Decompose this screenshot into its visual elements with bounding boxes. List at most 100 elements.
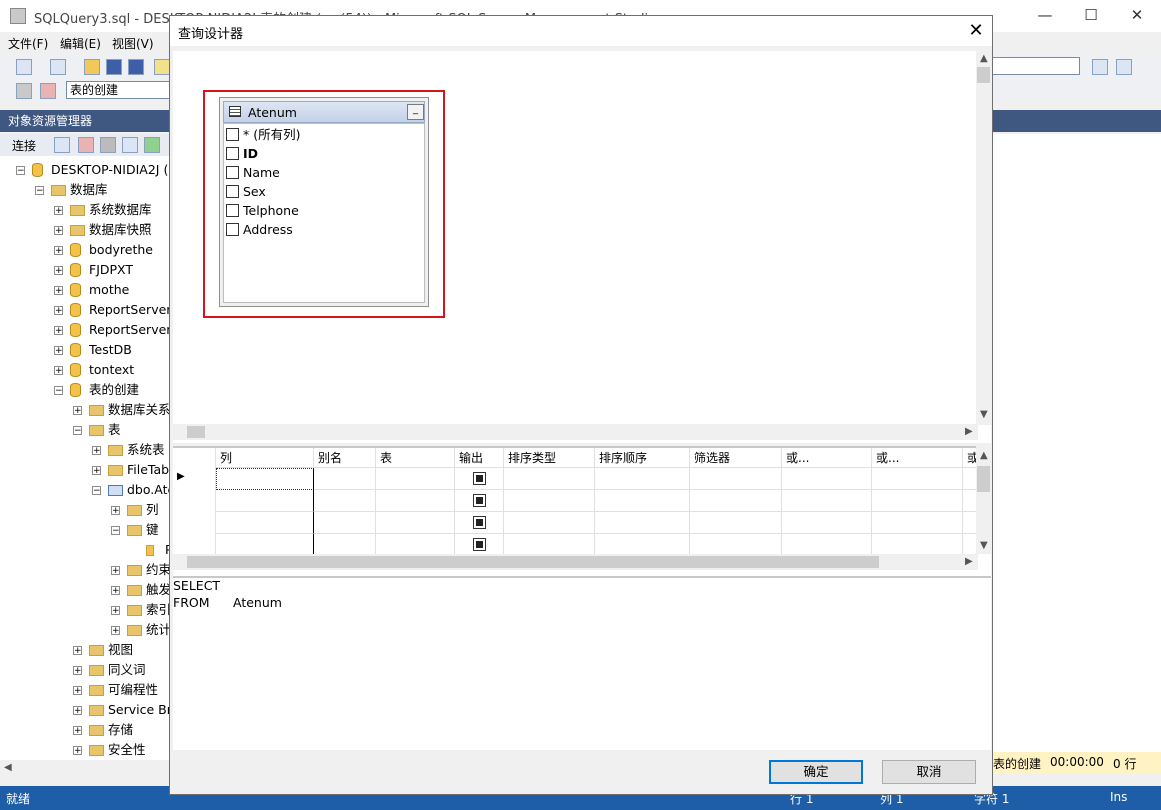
scroll-left-icon[interactable]: ◀: [4, 762, 12, 773]
grid-cell[interactable]: [455, 534, 504, 556]
expand-icon[interactable]: +: [54, 306, 63, 316]
ok-button[interactable]: 确定: [769, 760, 863, 784]
close-button[interactable]: ✕: [1114, 0, 1160, 30]
grid-cell[interactable]: [690, 534, 782, 556]
diagram-hscroll[interactable]: ▶: [173, 424, 978, 440]
grid-column-header[interactable]: 排序类型: [504, 448, 595, 468]
tree-node[interactable]: − 键: [0, 521, 170, 539]
column-checkbox[interactable]: [226, 204, 239, 217]
grid-cell[interactable]: [376, 468, 455, 490]
collapse-icon[interactable]: −: [92, 486, 101, 496]
expand-icon[interactable]: +: [54, 366, 63, 376]
grid-column-header[interactable]: 列: [216, 448, 314, 468]
grid-cell[interactable]: [504, 534, 595, 556]
grid-cell[interactable]: [314, 490, 376, 512]
grid-scroll-right-icon[interactable]: ▶: [965, 556, 973, 567]
column-checkbox[interactable]: [226, 166, 239, 179]
tree-node[interactable]: + 同义词: [0, 661, 170, 679]
grid-hscroll[interactable]: ▶: [173, 554, 978, 570]
expand-icon[interactable]: +: [92, 466, 101, 476]
tree-node[interactable]: + ReportServer: [0, 301, 171, 319]
grid-cell[interactable]: [963, 490, 977, 512]
grid-column-header[interactable]: 别名: [314, 448, 376, 468]
cancel-button[interactable]: 取消: [882, 760, 976, 784]
tree-node[interactable]: + 列: [0, 501, 170, 519]
tree-node[interactable]: + 索引: [0, 601, 171, 619]
toolbox-icon[interactable]: [1116, 59, 1132, 75]
tree-node[interactable]: + FJDPXT: [0, 261, 170, 279]
expand-icon[interactable]: +: [92, 446, 101, 456]
tree-node[interactable]: + ReportServerTempDB: [0, 321, 223, 339]
connect-icon[interactable]: [16, 83, 32, 99]
grid-cell[interactable]: [872, 490, 963, 512]
expand-icon[interactable]: +: [111, 506, 120, 516]
tree-node[interactable]: + 系统数据库: [0, 201, 170, 219]
grid-cell[interactable]: [455, 490, 504, 512]
grid-cell[interactable]: [690, 468, 782, 490]
tree-node[interactable]: + 触发器: [0, 581, 184, 599]
stop-icon[interactable]: [100, 137, 116, 153]
grid-cell[interactable]: [872, 468, 963, 490]
grid-cell[interactable]: [782, 490, 872, 512]
table-minimize-button[interactable]: _: [407, 104, 424, 120]
tree-node[interactable]: +统计信息: [0, 621, 196, 639]
grid-column-header[interactable]: 表: [376, 448, 455, 468]
grid-cell[interactable]: [782, 512, 872, 534]
diagram-vscroll-thumb[interactable]: [977, 67, 990, 83]
expand-icon[interactable]: +: [54, 286, 63, 296]
sql-editor-area[interactable]: [993, 134, 1161, 754]
diagram-vscroll[interactable]: ▲ ▼: [976, 51, 992, 425]
scroll-down-icon[interactable]: ▼: [980, 409, 988, 420]
tree-node[interactable]: + FileTables: [0, 461, 187, 479]
expand-icon[interactable]: +: [54, 226, 63, 236]
expand-icon[interactable]: +: [73, 686, 82, 696]
table-window-atenum[interactable]: Atenum _ * (所有列) ID Name Sex Telphone Address: [219, 97, 429, 307]
properties-icon[interactable]: [1092, 59, 1108, 75]
grid-cell[interactable]: [376, 534, 455, 556]
disconnect-server-icon[interactable]: [78, 137, 94, 153]
column-checkbox[interactable]: [226, 147, 239, 160]
sql-pane[interactable]: SELECT FROM Atenum: [173, 576, 991, 750]
grid-cell[interactable]: [963, 534, 977, 556]
expand-icon[interactable]: +: [73, 706, 82, 716]
minimize-button[interactable]: —: [1022, 0, 1068, 30]
tree-node[interactable]: − 表: [0, 421, 170, 439]
tree-node[interactable]: + TestDB: [0, 341, 170, 359]
tree-node[interactable]: + tontext: [0, 361, 170, 379]
grid-column-header[interactable]: 或...: [963, 448, 977, 468]
tree-node[interactable]: + 数据库快照: [0, 221, 170, 239]
output-checkbox[interactable]: [473, 472, 486, 485]
grid-cell[interactable]: [872, 512, 963, 534]
refresh-icon[interactable]: [144, 137, 160, 153]
tree-node[interactable]: + 数据库关系图: [0, 401, 183, 419]
grid-cell[interactable]: [595, 468, 690, 490]
save-icon[interactable]: [106, 59, 122, 75]
tree-node[interactable]: − 数据库: [0, 181, 170, 199]
dialog-close-button[interactable]: ✕: [960, 16, 992, 46]
grid-cell[interactable]: [782, 468, 872, 490]
tree-node[interactable]: − DESKTOP-NIDIA2J (SQL: [0, 161, 193, 179]
grid-hscroll-thumb[interactable]: [187, 556, 879, 568]
diagram-pane[interactable]: Atenum _ * (所有列) ID Name Sex Telphone Address: [173, 51, 991, 443]
grid-cell[interactable]: [455, 512, 504, 534]
grid-cell[interactable]: [963, 512, 977, 534]
grid-cell[interactable]: [690, 512, 782, 534]
tree-node[interactable]: + 可编程性: [0, 681, 170, 699]
expand-icon[interactable]: +: [73, 726, 82, 736]
grid-column-header[interactable]: 输出: [455, 448, 504, 468]
expand-icon[interactable]: +: [54, 206, 63, 216]
menu-view[interactable]: 视图(V): [112, 35, 154, 52]
table-window-header[interactable]: Atenum _: [223, 101, 425, 123]
object-explorer-hscroll[interactable]: ◀: [0, 760, 170, 776]
grid-vscroll-thumb[interactable]: [977, 466, 990, 492]
output-checkbox[interactable]: [473, 494, 486, 507]
grid-cell[interactable]: [314, 468, 376, 490]
collapse-icon[interactable]: −: [16, 166, 25, 176]
output-checkbox[interactable]: [473, 516, 486, 529]
expand-icon[interactable]: +: [111, 586, 120, 596]
grid-cell[interactable]: [595, 534, 690, 556]
tree-node[interactable]: + 安全性: [0, 741, 170, 759]
grid-column-header[interactable]: 或...: [782, 448, 872, 468]
available-databases-combo[interactable]: 表的创建: [66, 81, 170, 99]
expand-icon[interactable]: +: [54, 326, 63, 336]
